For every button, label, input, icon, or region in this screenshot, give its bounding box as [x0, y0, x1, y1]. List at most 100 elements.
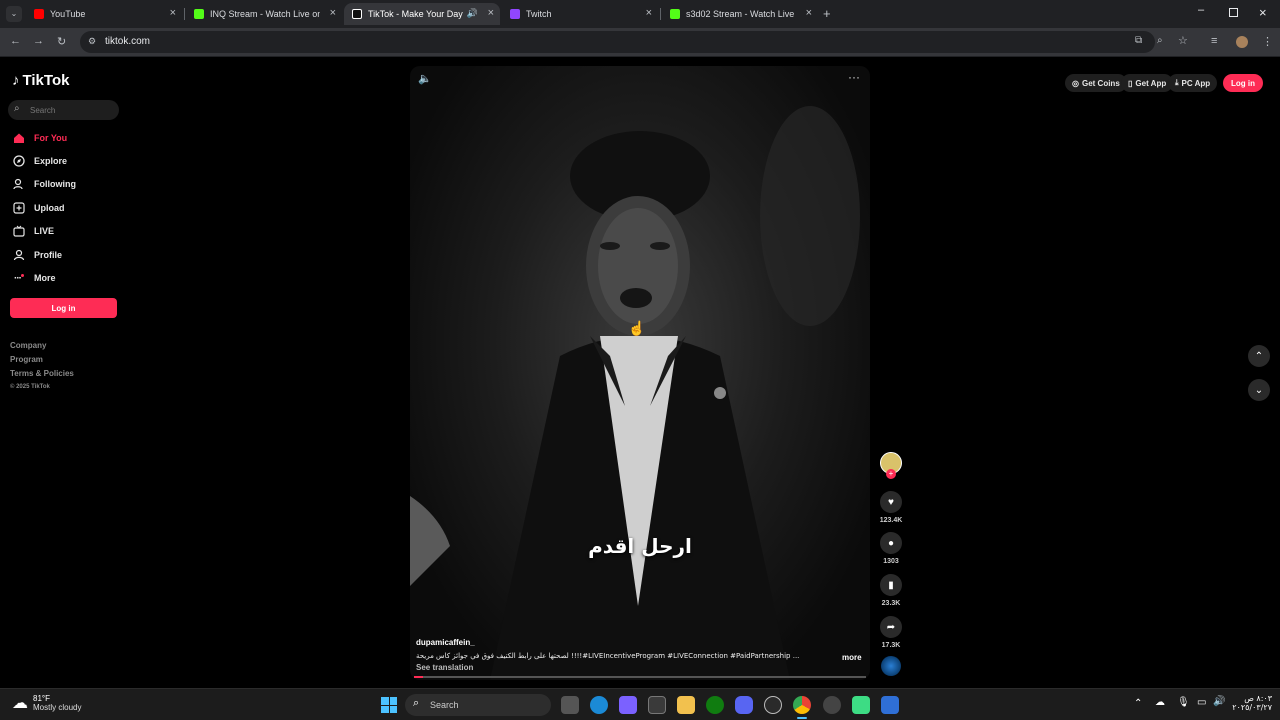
follow-plus-icon[interactable]: + [886, 469, 896, 479]
weather-widget[interactable]: ☁ 81°F Mostly cloudy [12, 693, 81, 713]
next-video-button[interactable]: ⌄ [1248, 379, 1270, 401]
live-icon [12, 224, 26, 238]
display-icon[interactable]: ▭ [1197, 697, 1206, 708]
reload-icon[interactable]: ↻ [57, 35, 66, 48]
network-icon[interactable]: ☁ [1155, 697, 1165, 708]
close-icon[interactable]: × [646, 7, 652, 19]
copyright-text: © 2025 TikTok [10, 384, 50, 390]
zoom-icon[interactable]: ⌕ [1157, 35, 1163, 46]
browser-tab[interactable]: YouTube × [26, 3, 182, 25]
new-tab-icon[interactable]: + [823, 6, 831, 21]
settings-gear-icon[interactable] [823, 696, 841, 714]
video-player[interactable]: 🔈 ··· ارحل اقدم dupamicaffein_ لصحتها عل… [410, 66, 870, 680]
footer-link-terms[interactable]: Terms & Policies [10, 369, 74, 378]
browser-tab[interactable]: INQ Stream - Watch Live on Kick × [186, 3, 342, 25]
share-arrow-icon: ➦ [880, 616, 902, 638]
taskbar-search-box[interactable]: ⌕ Search [405, 694, 551, 716]
nav-live[interactable]: LIVE [12, 222, 54, 240]
see-translation-link[interactable]: See translation [416, 663, 473, 672]
close-icon[interactable]: × [170, 7, 176, 19]
browser-tab[interactable]: s3d02 Stream - Watch Live on Kick × [662, 3, 818, 25]
more-icon: ··· [12, 271, 26, 285]
back-icon[interactable]: ← [10, 35, 21, 47]
copilot-icon[interactable] [619, 696, 637, 714]
browser-tab-strip: ⌄ YouTube × INQ Stream - Watch Live on K… [0, 0, 1280, 28]
twitch-icon [510, 9, 520, 19]
folder-icon[interactable] [677, 696, 695, 714]
tab-list-dropdown-icon[interactable]: ⌄ [6, 6, 22, 22]
share-button[interactable]: ➦ 17.3K [879, 616, 903, 649]
close-icon[interactable]: × [806, 7, 812, 19]
tray-chevron-up-icon[interactable]: ⌃ [1134, 698, 1142, 709]
restore-icon[interactable] [1229, 8, 1238, 17]
nav-upload[interactable]: Upload [12, 199, 65, 217]
xbox-icon[interactable] [706, 696, 724, 714]
like-button[interactable]: ♥ 123.4K [879, 491, 903, 524]
speaker-icon[interactable]: 🔊 [1213, 696, 1225, 707]
video-author[interactable]: dupamicaffein_ [416, 638, 475, 647]
chrome-icon[interactable] [793, 696, 811, 714]
more-options-icon[interactable]: ··· [848, 70, 860, 84]
tiktok-logo[interactable]: ♪ TikTok [12, 72, 69, 89]
like-count: 123.4K [879, 517, 903, 524]
install-app-icon[interactable]: ⧉ [1135, 35, 1142, 46]
menu-kebab-icon[interactable]: ⋮ [1262, 35, 1273, 48]
pc-app-label: PC App [1181, 78, 1211, 88]
clock-time: ٨:٠٣ ص [1244, 694, 1272, 703]
get-coins-button[interactable]: ◎ Get Coins [1065, 74, 1127, 92]
previous-video-button[interactable]: ⌃ [1248, 345, 1270, 367]
comment-count: 1303 [883, 558, 899, 565]
bookmark-star-icon[interactable]: ☆ [1178, 34, 1188, 47]
start-button[interactable] [381, 697, 397, 713]
sidebar-login-button[interactable]: Log in [10, 298, 117, 318]
nav-following[interactable]: Following [12, 175, 76, 193]
search-input[interactable]: ⌕ Search [8, 100, 119, 120]
footer-link-program[interactable]: Program [10, 355, 43, 364]
discord-icon[interactable] [735, 696, 753, 714]
compass-icon [12, 154, 26, 168]
browser-tab[interactable]: Twitch × [502, 3, 658, 25]
site-info-icon[interactable]: ⚙ [88, 36, 96, 47]
file-manager-icon[interactable] [561, 696, 579, 714]
steam-icon[interactable] [764, 696, 782, 714]
nav-label: LIVE [34, 226, 55, 236]
edge-icon[interactable] [590, 696, 608, 714]
comment-button[interactable]: ● 1303 [879, 532, 903, 565]
tab-search-icon[interactable]: ≡ [1211, 35, 1217, 47]
browser-tab-active[interactable]: TikTok - Make Your Day 🔊 × [344, 3, 500, 25]
get-app-button[interactable]: ▯ Get App [1121, 74, 1174, 92]
chevron-down-icon: ⌄ [1254, 384, 1264, 396]
microphone-icon[interactable]: 🎙 [1177, 697, 1190, 708]
music-disc[interactable] [879, 656, 903, 676]
close-icon[interactable]: × [330, 7, 336, 19]
audio-playing-icon[interactable]: 🔊 [467, 8, 478, 19]
upload-icon [12, 201, 26, 215]
sidebar: ♪ TikTok ⌕ Search For You Explore Follow… [0, 58, 130, 688]
minimize-icon[interactable]: – [1198, 4, 1204, 16]
video-progress-track[interactable] [414, 676, 866, 678]
forward-icon[interactable]: → [33, 35, 44, 47]
footer-link-company[interactable]: Company [10, 341, 46, 350]
shield-icon[interactable] [881, 696, 899, 714]
youtube-icon [34, 9, 44, 19]
nav-for-you[interactable]: For You [12, 129, 67, 147]
profile-avatar[interactable] [1236, 36, 1248, 48]
heart-icon: ♥ [880, 491, 902, 513]
android-app-icon[interactable] [852, 696, 870, 714]
header-login-button[interactable]: Log in [1223, 74, 1263, 92]
window-close-icon[interactable]: × [1259, 5, 1267, 20]
store-icon[interactable] [648, 696, 666, 714]
close-icon[interactable]: × [488, 7, 494, 19]
pc-app-button[interactable]: ⤓ PC App [1168, 74, 1218, 92]
system-clock[interactable]: ٨:٠٣ ص ٢٠٢٥/٠٣/٢٧ [1232, 694, 1272, 712]
save-button[interactable]: ▮ 23.3K [879, 574, 903, 607]
nav-profile[interactable]: Profile [12, 246, 62, 264]
description-more-link[interactable]: more [842, 653, 862, 662]
search-icon: ⌕ [413, 697, 420, 709]
address-bar[interactable]: ⚙ tiktok.com ⧉ ⌕ ☆ [80, 31, 1188, 53]
volume-icon[interactable]: 🔈 [418, 72, 432, 85]
creator-avatar[interactable]: + [879, 452, 903, 479]
nav-explore[interactable]: Explore [12, 152, 67, 170]
nav-more[interactable]: ··· More [12, 269, 56, 287]
chevron-up-icon: ⌃ [1254, 350, 1264, 362]
